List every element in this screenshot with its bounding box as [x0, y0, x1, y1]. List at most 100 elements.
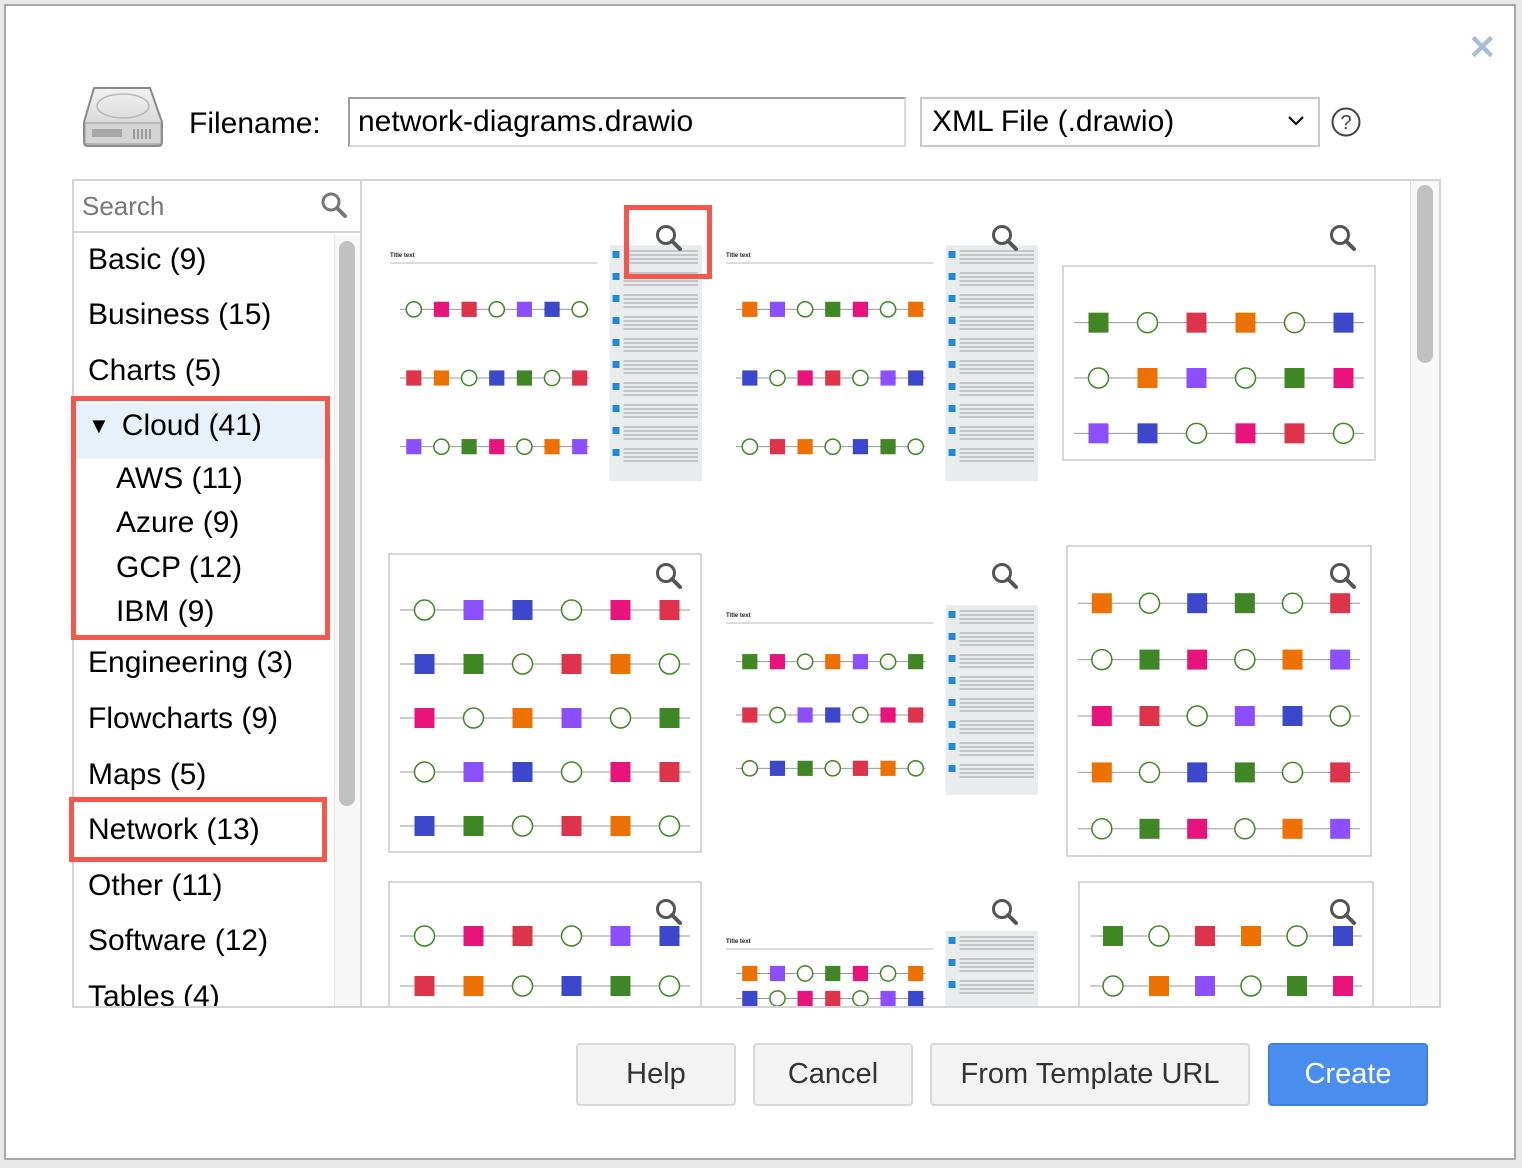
service-icon	[405, 300, 423, 318]
service-icon	[741, 438, 759, 456]
service-icon	[1235, 312, 1256, 333]
preview-zoom-icon[interactable]	[990, 561, 1020, 591]
service-icon	[463, 762, 484, 782]
category-engineering[interactable]: Engineering (3)	[88, 646, 293, 680]
service-icon	[1330, 593, 1351, 614]
step-badge	[948, 743, 956, 750]
step-badge	[948, 721, 956, 728]
service-icon	[1185, 422, 1208, 445]
from-template-url-button[interactable]: From Template URL	[930, 1043, 1250, 1106]
preview-zoom-icon[interactable]	[1328, 561, 1358, 591]
service-icon	[1281, 761, 1304, 784]
service-icon	[1333, 368, 1354, 388]
service-icon	[797, 707, 813, 723]
service-icon	[742, 990, 758, 1006]
service-icon	[907, 438, 925, 456]
service-icon	[561, 708, 582, 728]
template-thumbnail[interactable]: Title text	[724, 605, 1038, 795]
step-badge	[948, 251, 956, 258]
service-icon	[1091, 762, 1112, 783]
category-network[interactable]: Network (13)	[88, 813, 260, 847]
service-icon	[1283, 311, 1306, 334]
gallery-scrollbar-thumb[interactable]	[1417, 185, 1433, 363]
category-aws[interactable]: AWS (11)	[116, 462, 243, 496]
service-icon	[769, 990, 786, 1006]
template-thumbnail[interactable]: Title text	[388, 245, 702, 481]
template-thumbnail[interactable]	[388, 553, 702, 853]
sidebar-scrollbar-thumb[interactable]	[339, 241, 355, 806]
category-charts[interactable]: Charts (5)	[88, 354, 221, 388]
filename-input[interactable]	[348, 97, 906, 147]
category-software[interactable]: Software (12)	[88, 924, 268, 958]
service-icon	[1139, 818, 1160, 839]
step-badge	[948, 295, 956, 302]
preview-zoom-icon[interactable]	[990, 223, 1020, 253]
service-icon	[769, 760, 786, 776]
service-icon	[1091, 593, 1112, 614]
expand-triangle-icon[interactable]: ▼	[88, 409, 110, 443]
preview-zoom-icon[interactable]	[1328, 897, 1358, 927]
step-badge	[948, 449, 956, 456]
service-icon	[1284, 423, 1305, 444]
template-preview-diagram: Title text	[390, 245, 702, 481]
preview-zoom-icon[interactable]	[990, 897, 1020, 927]
service-icon	[413, 925, 436, 947]
category-flowcharts[interactable]: Flowcharts (9)	[88, 702, 278, 736]
service-icon	[463, 926, 484, 946]
preview-zoom-icon[interactable]	[654, 223, 684, 253]
category-basic[interactable]: Basic (9)	[88, 243, 206, 277]
service-icon	[1102, 975, 1124, 997]
template-preview-diagram	[388, 553, 702, 853]
search-input[interactable]	[74, 181, 320, 232]
service-icon	[433, 301, 450, 317]
step-badge	[948, 699, 956, 706]
category-maps[interactable]: Maps (5)	[88, 758, 206, 792]
step-badge	[948, 981, 956, 988]
category-azure[interactable]: Azure (9)	[116, 506, 239, 540]
service-icon	[1333, 976, 1353, 996]
category-tables[interactable]: Tables (4)	[88, 980, 220, 1006]
sidebar-scrollbar[interactable]	[334, 235, 360, 1006]
service-icon	[1186, 312, 1207, 333]
service-icon	[461, 439, 477, 455]
service-icon	[543, 369, 561, 387]
create-button[interactable]: Create	[1268, 1043, 1428, 1106]
help-button[interactable]: Help	[576, 1043, 736, 1106]
service-icon	[463, 976, 484, 996]
category-other[interactable]: Other (11)	[88, 869, 223, 903]
service-icon	[1195, 976, 1215, 996]
filename-label: Filename:	[189, 107, 321, 140]
category-cloud[interactable]: ▼ Cloud (41)	[88, 409, 262, 443]
step-badge	[612, 361, 620, 368]
template-thumbnail[interactable]	[1066, 545, 1372, 857]
service-icon	[1149, 976, 1169, 996]
service-icon	[610, 816, 631, 836]
service-icon	[1235, 423, 1256, 444]
service-icon	[512, 762, 533, 782]
service-icon	[908, 990, 924, 1006]
preview-zoom-icon[interactable]	[1328, 223, 1358, 253]
category-ibm[interactable]: IBM (9)	[116, 595, 214, 629]
service-icon	[796, 653, 814, 671]
template-title-text: Title text	[726, 613, 751, 619]
service-icon	[414, 976, 435, 996]
search-icon[interactable]	[320, 191, 348, 219]
close-icon[interactable]: ✕	[1468, 31, 1497, 65]
template-thumbnail[interactable]	[1062, 265, 1376, 461]
cancel-button[interactable]: Cancel	[753, 1043, 913, 1106]
service-icon	[544, 439, 560, 455]
gallery-scrollbar[interactable]	[1410, 181, 1439, 1006]
template-preview-diagram: Title text	[726, 931, 1038, 1006]
step-badge	[948, 959, 956, 966]
category-gcp[interactable]: GCP (12)	[116, 551, 242, 585]
service-icon	[489, 439, 505, 455]
help-circle-icon[interactable]: ?	[1330, 106, 1362, 138]
category-business[interactable]: Business (15)	[88, 298, 271, 332]
service-icon	[852, 301, 869, 317]
format-select[interactable]: XML File (.drawio)	[920, 97, 1320, 147]
preview-zoom-icon[interactable]	[654, 561, 684, 591]
preview-zoom-icon[interactable]	[654, 897, 684, 927]
template-thumbnail[interactable]: Title text	[724, 245, 1038, 481]
template-thumbnail[interactable]: Title text	[724, 931, 1038, 1006]
service-icon	[742, 301, 758, 317]
